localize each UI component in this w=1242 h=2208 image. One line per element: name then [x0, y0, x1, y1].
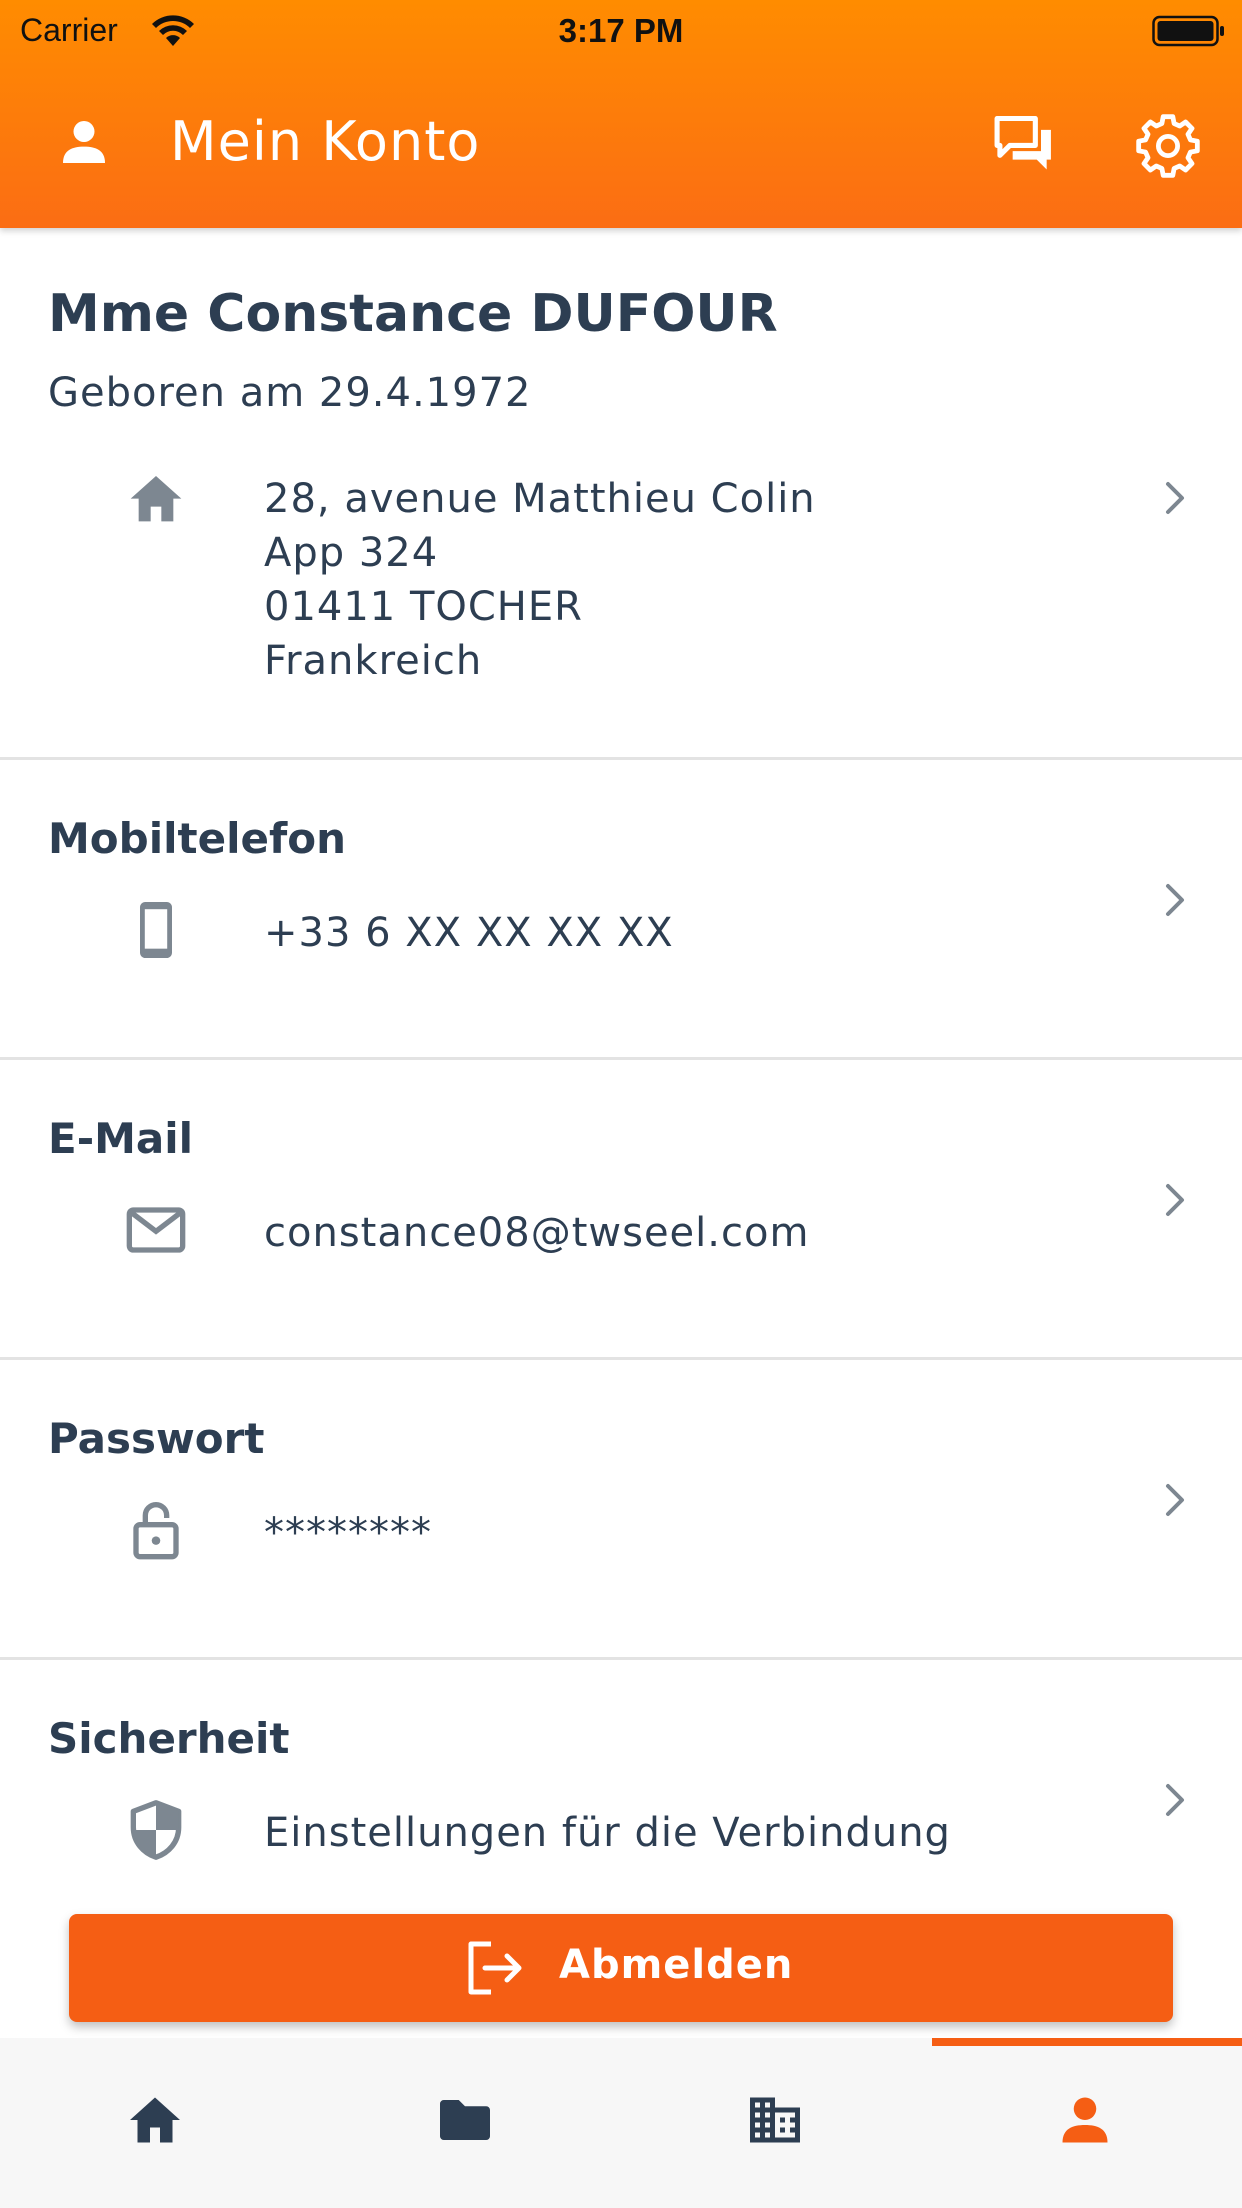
user-icon — [63, 121, 105, 163]
phone-icon — [140, 902, 172, 958]
logout-button[interactable]: Abmelden — [69, 1914, 1173, 2022]
account-content: Mme Constance DUFOUR Geboren am 29.4.197… — [0, 228, 1242, 2038]
profile-section[interactable]: Mme Constance DUFOUR Geboren am 29.4.197… — [0, 228, 1242, 760]
section-title: Sicherheit — [48, 1714, 290, 1763]
mail-icon — [126, 1207, 186, 1253]
tab-home[interactable] — [0, 2038, 310, 2208]
chevron-right-icon — [1166, 884, 1184, 916]
tab-bar — [0, 2038, 1242, 2208]
tab-agencies[interactable] — [620, 2038, 930, 2208]
address-line: 01411 TOCHER — [264, 584, 583, 630]
section-title: Passwort — [48, 1414, 265, 1463]
tab-documents[interactable] — [310, 2038, 620, 2208]
home-icon — [130, 476, 182, 522]
address-line: Frankreich — [264, 638, 483, 684]
status-bar: Carrier 3:17 PM — [0, 0, 1242, 62]
chevron-right-icon — [1166, 482, 1184, 514]
postal-address: 28, avenue Matthieu Colin App 324 01411 … — [264, 472, 816, 688]
chat-icon[interactable] — [990, 110, 1058, 178]
customer-name: Mme Constance DUFOUR — [48, 284, 778, 344]
active-tab-indicator — [932, 2038, 1242, 2046]
address-line: 28, avenue Matthieu Colin — [264, 476, 816, 522]
password-mask: ******** — [264, 1510, 432, 1556]
security-settings-link: Einstellungen für die Verbindung — [264, 1810, 951, 1856]
chevron-right-icon — [1166, 1184, 1184, 1216]
gear-icon[interactable] — [1136, 114, 1200, 178]
building-icon — [750, 2097, 800, 2143]
email-address: constance08@twseel.com — [264, 1210, 810, 1256]
lock-icon — [133, 1502, 179, 1560]
section-title: E-Mail — [48, 1114, 194, 1163]
birth-date: Geboren am 29.4.1972 — [48, 370, 532, 416]
email-section[interactable]: E-Mail constance08@twseel.com — [0, 1060, 1242, 1360]
password-section[interactable]: Passwort ******** — [0, 1360, 1242, 1660]
logout-label: Abmelden — [559, 1942, 794, 1988]
chevron-right-icon — [1166, 1484, 1184, 1516]
folder-icon — [440, 2100, 490, 2140]
chevron-right-icon — [1166, 1784, 1184, 1816]
mobile-number: +33 6 XX XX XX XX — [264, 910, 674, 956]
account-icon — [1062, 2097, 1108, 2143]
logout-icon — [468, 1941, 522, 1995]
page-title: Mein Konto — [170, 110, 481, 173]
app-header: Carrier 3:17 PM Mein Konto — [0, 0, 1242, 228]
tab-account[interactable] — [930, 2038, 1240, 2208]
shield-icon — [130, 1800, 182, 1860]
mobile-section[interactable]: Mobiltelefon +33 6 XX XX XX XX — [0, 760, 1242, 1060]
address-line: App 324 — [264, 530, 439, 576]
title-row: Mein Konto — [0, 100, 1242, 196]
section-title: Mobiltelefon — [48, 814, 346, 863]
status-time: 3:17 PM — [558, 12, 684, 49]
home-icon — [130, 2097, 180, 2143]
battery-icon — [1152, 15, 1224, 47]
